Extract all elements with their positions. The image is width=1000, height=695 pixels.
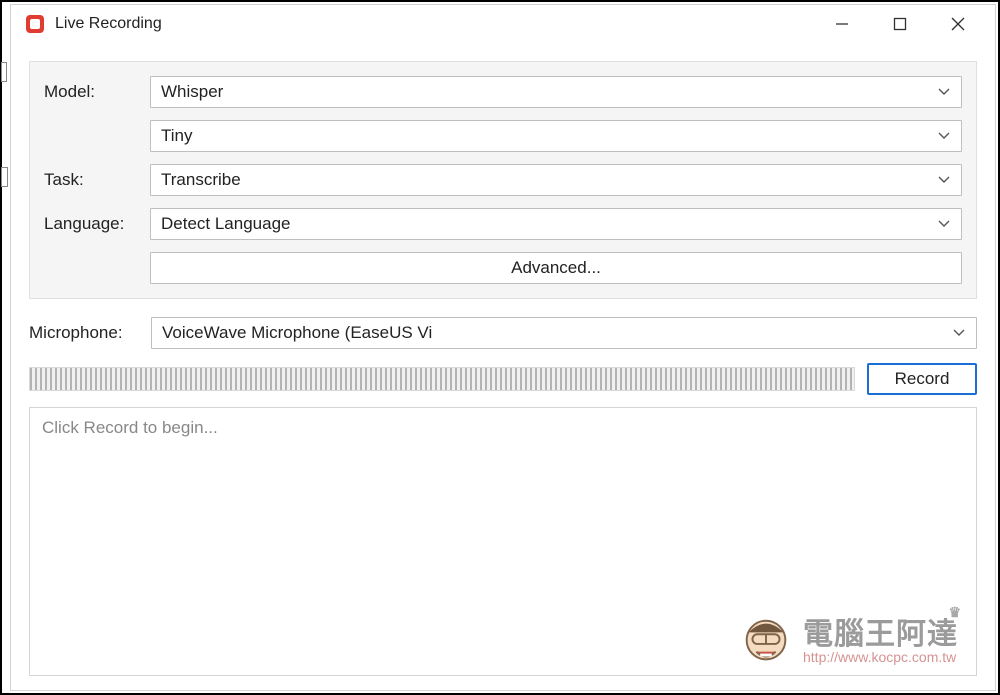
watermark-mascot-icon xyxy=(737,613,795,671)
model-variant-value: Tiny xyxy=(161,126,937,146)
window-title: Live Recording xyxy=(55,15,162,33)
task-value: Transcribe xyxy=(161,170,937,190)
record-label: Record xyxy=(895,369,950,389)
titlebar: Live Recording xyxy=(11,5,995,43)
task-label: Task: xyxy=(44,170,150,190)
microphone-value: VoiceWave Microphone (EaseUS Vi xyxy=(162,323,952,343)
transcript-output: Click Record to begin... 電腦王阿達♛ http://w… xyxy=(29,407,977,676)
chevron-down-icon xyxy=(937,129,951,143)
language-label: Language: xyxy=(44,214,150,234)
watermark-text: 電腦王阿達♛ xyxy=(803,619,958,651)
model-value: Whisper xyxy=(161,82,937,102)
left-margin-mark-2 xyxy=(1,167,8,187)
app-icon xyxy=(25,14,45,34)
output-placeholder: Click Record to begin... xyxy=(42,418,218,437)
left-margin-mark xyxy=(1,62,7,82)
chevron-down-icon xyxy=(937,85,951,99)
chevron-down-icon xyxy=(937,173,951,187)
task-select[interactable]: Transcribe xyxy=(150,164,962,196)
record-button[interactable]: Record xyxy=(867,363,977,395)
advanced-label: Advanced... xyxy=(511,258,601,278)
model-select[interactable]: Whisper xyxy=(150,76,962,108)
watermark-url: http://www.kocpc.com.tw xyxy=(803,650,956,665)
audio-level-meter xyxy=(29,367,855,391)
model-variant-select[interactable]: Tiny xyxy=(150,120,962,152)
advanced-button[interactable]: Advanced... xyxy=(150,252,962,284)
chevron-down-icon xyxy=(937,217,951,231)
model-label: Model: xyxy=(44,82,150,102)
maximize-button[interactable] xyxy=(871,5,929,43)
microphone-label: Microphone: xyxy=(29,323,151,343)
language-value: Detect Language xyxy=(161,214,937,234)
minimize-button[interactable] xyxy=(813,5,871,43)
chevron-down-icon xyxy=(952,326,966,340)
watermark: 電腦王阿達♛ http://www.kocpc.com.tw xyxy=(737,613,958,671)
live-recording-window: Live Recording Model: Whisper xyxy=(10,4,996,691)
crown-icon: ♛ xyxy=(948,605,962,620)
language-select[interactable]: Detect Language xyxy=(150,208,962,240)
close-button[interactable] xyxy=(929,5,987,43)
microphone-select[interactable]: VoiceWave Microphone (EaseUS Vi xyxy=(151,317,977,349)
settings-group: Model: Whisper Tiny Task: xyxy=(29,61,977,299)
